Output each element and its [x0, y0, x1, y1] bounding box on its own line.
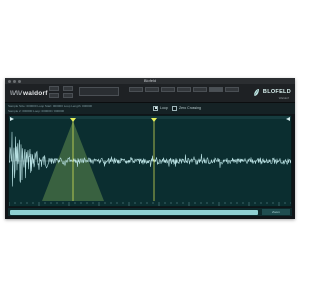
horizontal-scrollbar[interactable]: Zoom	[8, 208, 292, 216]
toolbar-button-4[interactable]	[63, 93, 73, 98]
toolbar-button-11[interactable]	[225, 87, 239, 92]
sample-info-bar: Sample Size: 000000 Loop Start: 000000 L…	[5, 103, 295, 114]
sample-info-line-2: Sample 2: 000000 Loop: 000000 / 000000	[8, 108, 65, 113]
loop-checkbox[interactable]	[153, 105, 158, 111]
toolbar-button-6[interactable]	[145, 87, 159, 92]
sample-selector[interactable]	[79, 87, 119, 96]
window-title: Blofeld	[143, 78, 157, 83]
zoom-window-button[interactable]	[18, 79, 21, 83]
toolbar-button-1[interactable]	[49, 86, 59, 91]
zero-crossing-label: Zero Crossing	[179, 105, 201, 110]
toolbar-button-5[interactable]	[129, 87, 143, 92]
toolbar-button-10[interactable]	[209, 87, 223, 92]
toolbar: \\/\\/waldorf BLOFELD Waldorf	[5, 84, 295, 103]
sample-info-line-1: Sample Size: 000000 Loop Start: 000000 L…	[8, 103, 93, 108]
toolbar-button-8[interactable]	[177, 87, 191, 92]
window-controls	[8, 79, 21, 83]
brand-subtitle: Waldorf	[278, 96, 289, 100]
brand-name: BLOFELD	[262, 89, 291, 95]
loop-end-handle[interactable]	[151, 118, 157, 122]
zero-crossing-checkbox[interactable]	[172, 105, 177, 111]
loop-label: Loop	[160, 105, 168, 110]
scrollbar-thumb[interactable]	[10, 209, 258, 215]
leaf-icon	[253, 89, 259, 97]
loop-start-handle[interactable]	[70, 118, 76, 122]
sample-editor-window: Blofeld \\/\\/waldorf BLOFELD Waldorf Sa…	[5, 78, 295, 219]
timeline-ruler	[8, 202, 292, 206]
waveform-display[interactable]	[8, 116, 292, 206]
minimize-window-button[interactable]	[13, 79, 16, 83]
toolbar-button-9[interactable]	[193, 87, 207, 92]
toolbar-button-7[interactable]	[161, 87, 175, 92]
waveform-panel[interactable]	[8, 115, 292, 207]
zoom-button[interactable]: Zoom	[262, 209, 290, 215]
ruler-track	[9, 116, 291, 119]
waldorf-logo: \\/\\/waldorf	[10, 90, 48, 97]
toolbar-button-2[interactable]	[49, 93, 59, 98]
toolbar-button-3[interactable]	[63, 86, 73, 91]
close-window-button[interactable]	[8, 79, 11, 83]
